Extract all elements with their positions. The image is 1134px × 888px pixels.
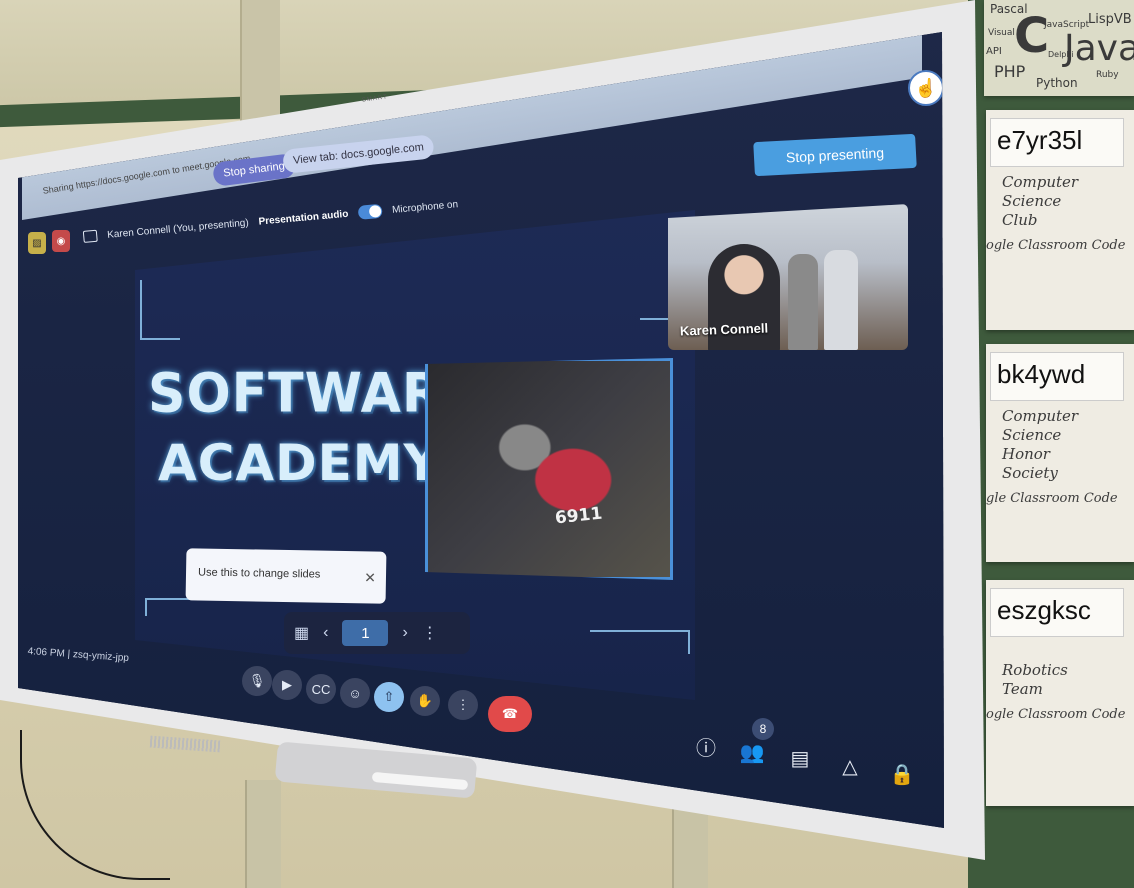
captions-off-icon[interactable]: ▨ <box>28 232 46 254</box>
circuit-decoration <box>640 240 670 320</box>
microphone-icon[interactable]: 🎙 <box>242 666 272 696</box>
club-name-line: Computer <box>1002 407 1079 425</box>
recording-icon[interactable]: ◉ <box>52 230 70 252</box>
raise-hand-icon[interactable]: ✋ <box>410 686 440 716</box>
more-options-icon[interactable]: ⋮ <box>448 690 478 720</box>
club-name-line: Society <box>1002 464 1058 482</box>
word-java: Java <box>1064 28 1134 69</box>
participant-name-label: Karen Connell <box>679 320 769 339</box>
club-name-line: Honor <box>1002 445 1050 463</box>
word-php: PHP <box>994 62 1026 81</box>
club-name-line: Club <box>1002 211 1038 229</box>
word-visual: Visual <box>988 28 1015 38</box>
club-name-line: Robotics <box>1002 661 1068 679</box>
meeting-details-icon[interactable]: ⓘ <box>692 732 720 760</box>
word-pascal: Pascal <box>990 2 1028 16</box>
classroom-code-label: ogle Classroom Code <box>986 238 1126 253</box>
club-name-line: Computer <box>1002 173 1079 191</box>
classroom-code: eszgksc <box>990 588 1124 637</box>
language-word-cloud: C Java PHP Python JavaScript Pascal Lisp… <box>984 0 1134 96</box>
participant-count-badge: 8 <box>752 718 774 740</box>
slide-nav-tooltip: Use this to change slides ✕ <box>185 548 387 604</box>
more-vert-icon[interactable]: ⋮ <box>422 623 438 643</box>
circuit-decoration <box>145 598 195 616</box>
microphone-label: Microphone on <box>391 198 459 216</box>
circuit-decoration <box>590 630 690 654</box>
club-name-line: Science <box>1002 192 1062 210</box>
note-robotics-team: eszgksc Robotics Team ogle Classroom Cod… <box>986 580 1134 806</box>
present-screen-icon[interactable]: ⇧ <box>374 682 404 712</box>
slide-title-line-2: ACADEMY <box>158 434 441 492</box>
people-icon[interactable]: 👥 <box>738 738 766 766</box>
slide-page-number[interactable]: 1 <box>342 620 389 646</box>
circuit-decoration <box>140 280 180 340</box>
club-name-line: Team <box>1002 680 1043 698</box>
chat-icon[interactable]: ▤ <box>786 744 814 772</box>
microphone-toggle[interactable] <box>357 203 383 220</box>
classroom-code-label: ogle Classroom Code <box>986 707 1126 722</box>
note-cs-honor-society: bk4ywd Computer Science Honor Society gl… <box>986 344 1134 562</box>
end-call-icon[interactable]: ☎ <box>488 696 532 732</box>
emoji-icon[interactable]: ☺ <box>340 678 370 708</box>
host-controls-icon[interactable]: 🔒 <box>888 760 916 788</box>
word-python: Python <box>1036 76 1078 90</box>
word-delphi: Delphi <box>1048 50 1074 59</box>
classroom-code: e7yr35l <box>990 118 1124 167</box>
word-ruby: Ruby <box>1096 70 1119 80</box>
close-icon[interactable]: ✕ <box>364 569 376 586</box>
slide-navigation: ▦ ‹ 1 › ⋮ <box>284 612 470 654</box>
club-name-line: Science <box>1002 426 1062 444</box>
captions-icon[interactable]: CC <box>306 674 336 704</box>
background-person <box>788 254 818 350</box>
word-api: API <box>986 46 1002 57</box>
slide-grid-icon[interactable]: ▦ <box>294 623 309 643</box>
activities-icon[interactable]: △ <box>836 752 864 780</box>
camera-icon[interactable]: ▶ <box>272 670 302 700</box>
tooltip-text: Use this to change slides <box>197 566 321 581</box>
note-cs-club: e7yr35l Computer Science Club ogle Class… <box>986 110 1134 330</box>
chevron-left-icon[interactable]: ‹ <box>323 624 328 642</box>
robot-photo <box>425 358 673 580</box>
word-lispvb: LispVB <box>1088 12 1132 27</box>
classroom-code: bk4ywd <box>990 352 1124 401</box>
background-person <box>824 250 858 350</box>
hand-cursor-icon[interactable]: ☝ <box>908 70 944 106</box>
word-c: C <box>1014 8 1050 64</box>
word-javascript: JavaScript <box>1044 20 1090 30</box>
presentation-audio-label: Presentation audio <box>258 208 349 228</box>
classroom-code-label: gle Classroom Code <box>986 491 1118 506</box>
presenter-name: Karen Connell (You, presenting) <box>106 217 250 241</box>
stand-post-left <box>245 780 281 888</box>
chevron-right-icon[interactable]: › <box>402 624 407 642</box>
present-icon <box>82 229 98 243</box>
